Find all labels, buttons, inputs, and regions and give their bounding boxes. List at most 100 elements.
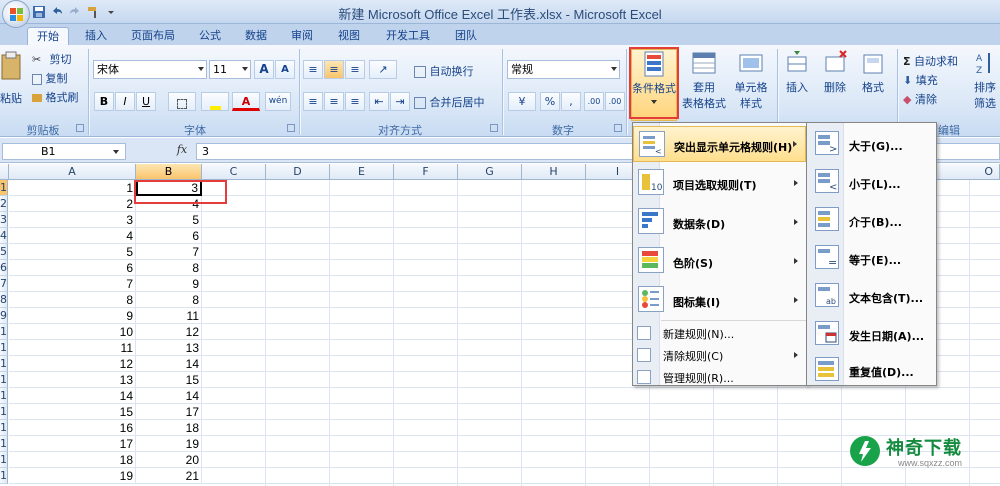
cell-b[interactable]: 8	[136, 292, 202, 308]
font-name-select[interactable]: 宋体	[93, 60, 207, 79]
bold-button[interactable]: B	[94, 92, 114, 111]
row-header[interactable]: 15	[0, 404, 8, 420]
format-brush-icon[interactable]	[86, 5, 100, 19]
column-header-b[interactable]: B	[136, 164, 202, 180]
fill-color-button[interactable]	[201, 92, 229, 111]
submenu-item-text-contains[interactable]: ab 文本包含(T)...	[807, 277, 936, 315]
row-header[interactable]: 2	[0, 196, 8, 212]
submenu-item-between[interactable]: 介于(B)...	[807, 201, 936, 239]
column-header-h[interactable]: H	[522, 164, 586, 180]
cell-b[interactable]: 17	[136, 404, 202, 420]
font-launcher-icon[interactable]	[287, 124, 295, 132]
underline-button[interactable]: U	[136, 92, 156, 111]
menu-item-top-bottom-rules[interactable]: 10 项目选取规则(T)	[633, 164, 806, 202]
sort-filter-button[interactable]: AZ 排序 筛选	[970, 49, 1000, 111]
align-bottom-icon[interactable]: ≡	[345, 60, 365, 79]
align-middle-icon[interactable]: ≡	[324, 60, 344, 79]
row-header[interactable]: 12	[0, 356, 8, 372]
tab-home[interactable]: 开始	[27, 27, 69, 45]
menu-item-manage-rules[interactable]: 管理规则(R)...	[633, 367, 806, 387]
row-header[interactable]: 7	[0, 276, 8, 292]
alignment-launcher-icon[interactable]	[490, 124, 498, 132]
cell-a[interactable]: 7	[9, 276, 136, 292]
cell-a[interactable]: 8	[9, 292, 136, 308]
row-header[interactable]: 16	[0, 420, 8, 436]
tab-developer[interactable]: 开发工具	[377, 27, 439, 45]
tab-view[interactable]: 视图	[329, 27, 369, 45]
cell-a[interactable]: 4	[9, 228, 136, 244]
select-all-corner[interactable]	[0, 164, 9, 180]
tab-insert[interactable]: 插入	[76, 27, 116, 45]
border-button[interactable]	[168, 92, 196, 111]
cell-a[interactable]: 19	[9, 468, 136, 484]
submenu-item-duplicate-values[interactable]: 重复值(D)...	[807, 351, 936, 389]
row-header[interactable]: 11	[0, 340, 8, 356]
customize-qat-icon[interactable]	[104, 5, 118, 19]
cell-b[interactable]: 6	[136, 228, 202, 244]
phonetic-button[interactable]: wén	[265, 92, 291, 111]
row-header[interactable]: 14	[0, 388, 8, 404]
cell-b[interactable]: 14	[136, 356, 202, 372]
cell-a[interactable]: 18	[9, 452, 136, 468]
currency-icon[interactable]: ¥	[508, 92, 536, 111]
submenu-item-date-occurring[interactable]: 发生日期(A)...	[807, 315, 936, 353]
cut-button[interactable]: ✂ 剪切	[32, 51, 72, 67]
cell-b[interactable]: 19	[136, 436, 202, 452]
cell-a[interactable]: 1	[9, 180, 136, 196]
row-header[interactable]: 6	[0, 260, 8, 276]
tab-data[interactable]: 数据	[236, 27, 276, 45]
row-header[interactable]: 9	[0, 308, 8, 324]
row-header[interactable]: 19	[0, 468, 8, 484]
shrink-font-button[interactable]: A	[275, 60, 295, 79]
cell-a[interactable]: 17	[9, 436, 136, 452]
align-right-icon[interactable]: ≡	[345, 92, 365, 111]
align-center-icon[interactable]: ≡	[324, 92, 344, 111]
row-header[interactable]: 8	[0, 292, 8, 308]
save-icon[interactable]	[32, 5, 46, 19]
menu-item-color-scales[interactable]: 色阶(S)	[633, 242, 806, 280]
row-header[interactable]: 17	[0, 436, 8, 452]
column-header-e[interactable]: E	[330, 164, 394, 180]
row-header[interactable]: 13	[0, 372, 8, 388]
increase-decimal-button[interactable]: .00	[584, 92, 604, 111]
column-header-g[interactable]: G	[458, 164, 522, 180]
wrap-text-button[interactable]: 自动换行	[414, 63, 474, 79]
tab-page-layout[interactable]: 页面布局	[122, 27, 184, 45]
menu-item-data-bars[interactable]: 数据条(D)	[633, 203, 806, 241]
cell-a[interactable]: 10	[9, 324, 136, 340]
align-left-icon[interactable]: ≡	[303, 92, 323, 111]
cell-b[interactable]: 21	[136, 468, 202, 484]
number-format-select[interactable]: 常规	[507, 60, 620, 79]
undo-icon[interactable]	[50, 5, 64, 19]
align-top-icon[interactable]: ≡	[303, 60, 323, 79]
cell-b[interactable]: 9	[136, 276, 202, 292]
cell-b[interactable]: 12	[136, 324, 202, 340]
cell-a[interactable]: 13	[9, 372, 136, 388]
decrease-decimal-button[interactable]: .00	[605, 92, 625, 111]
clear-button[interactable]: ◆ 清除	[903, 91, 937, 107]
autosum-button[interactable]: Σ 自动求和	[903, 53, 958, 69]
cell-b[interactable]: 11	[136, 308, 202, 324]
increase-indent-icon[interactable]: ⇥	[390, 92, 410, 111]
tab-team[interactable]: 团队	[446, 27, 486, 45]
menu-item-icon-sets[interactable]: 图标集(I)	[633, 281, 806, 319]
submenu-item-greater-than[interactable]: > 大于(G)...	[807, 125, 936, 163]
paste-button[interactable]: 粘贴	[0, 51, 22, 106]
cell-b[interactable]: 14	[136, 388, 202, 404]
format-as-table-button[interactable]: 套用 表格格式	[681, 49, 727, 111]
number-launcher-icon[interactable]	[614, 124, 622, 132]
cell-b[interactable]: 20	[136, 452, 202, 468]
cell-b[interactable]: 8	[136, 260, 202, 276]
decrease-indent-icon[interactable]: ⇤	[369, 92, 389, 111]
cell-a[interactable]: 14	[9, 388, 136, 404]
row-header[interactable]: 5	[0, 244, 8, 260]
cell-a[interactable]: 11	[9, 340, 136, 356]
cell-a[interactable]: 2	[9, 196, 136, 212]
menu-item-highlight-rules[interactable]: < 突出显示单元格规则(H)	[633, 126, 806, 162]
row-header[interactable]: 10	[0, 324, 8, 340]
cell-b[interactable]: 15	[136, 372, 202, 388]
office-button[interactable]	[2, 0, 30, 28]
row-header[interactable]: 1	[0, 180, 8, 196]
format-cells-button[interactable]: 格式	[856, 49, 890, 95]
clipboard-launcher-icon[interactable]	[76, 124, 84, 132]
